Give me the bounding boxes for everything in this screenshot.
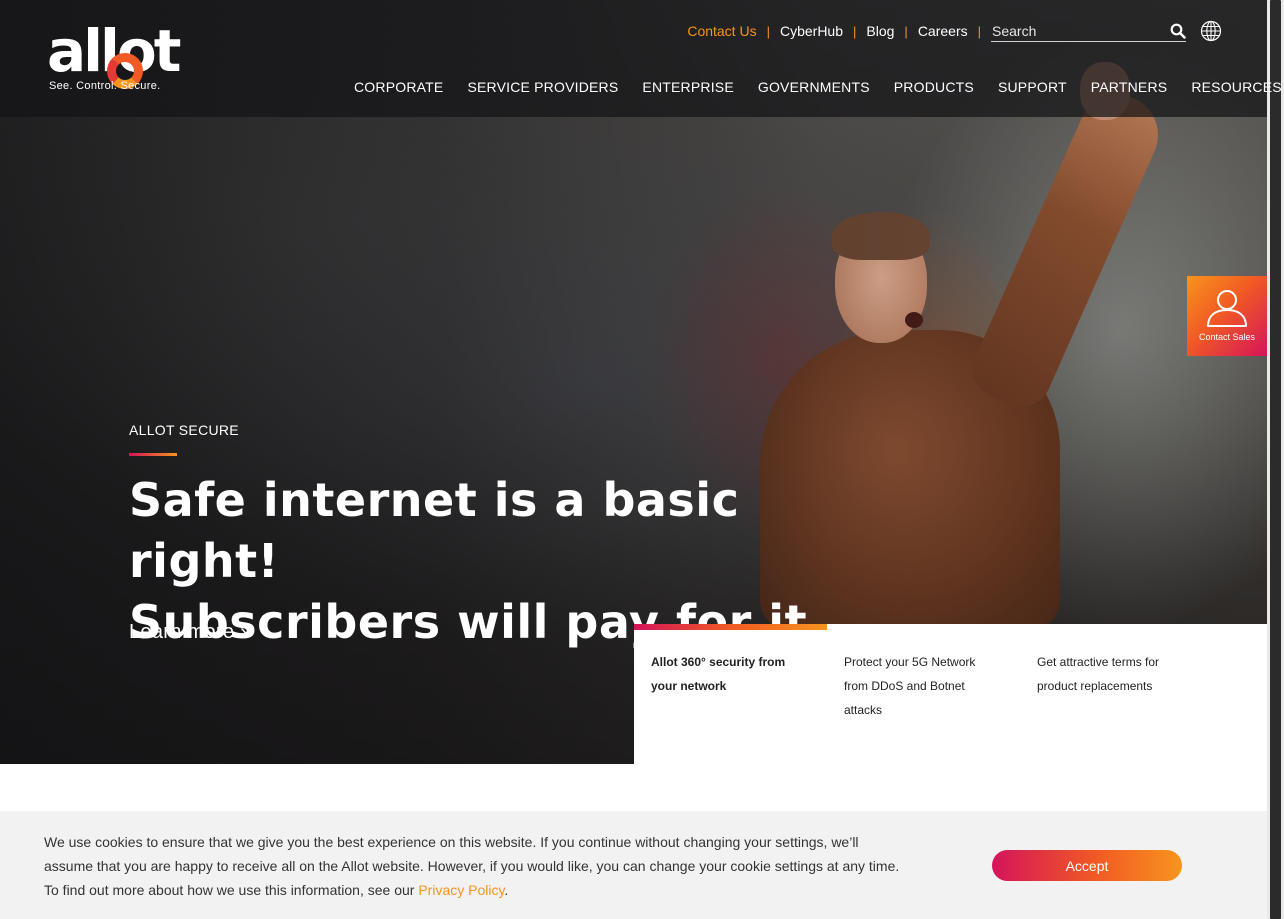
privacy-policy-link[interactable]: Privacy Policy bbox=[418, 882, 504, 898]
search-box bbox=[991, 20, 1186, 42]
user-icon bbox=[1207, 290, 1247, 327]
cookie-message: We use cookies to ensure that we give yo… bbox=[44, 830, 904, 902]
search-icon[interactable] bbox=[1170, 23, 1186, 39]
accept-cookies-button[interactable]: Accept bbox=[992, 850, 1182, 881]
nav-resources[interactable]: RESOURCES bbox=[1179, 79, 1284, 95]
learn-more-link[interactable]: Learn more » bbox=[129, 621, 252, 644]
headline-line-1: Safe internet is a basic right! bbox=[129, 473, 740, 588]
util-link-cyberhub[interactable]: CyberHub bbox=[780, 23, 843, 39]
util-link-blog[interactable]: Blog bbox=[866, 23, 894, 39]
feature-tab-360-security[interactable]: Allot 360° security from your network bbox=[651, 650, 801, 698]
nav-corporate[interactable]: CORPORATE bbox=[342, 79, 455, 95]
contact-sales-button[interactable]: Contact Sales bbox=[1187, 276, 1267, 356]
util-separator: | bbox=[853, 23, 857, 39]
scrollbar-thumb[interactable] bbox=[1270, 0, 1281, 919]
cookie-banner: We use cookies to ensure that we give yo… bbox=[0, 811, 1267, 919]
page-scrollbar[interactable] bbox=[1267, 0, 1284, 919]
nav-governments[interactable]: GOVERNMENTS bbox=[746, 79, 882, 95]
feature-tab-5g-ddos[interactable]: Protect your 5G Network from DDoS and Bo… bbox=[844, 650, 994, 722]
nav-partners[interactable]: PARTNERS bbox=[1079, 79, 1180, 95]
util-link-careers[interactable]: Careers bbox=[918, 23, 968, 39]
util-separator: | bbox=[766, 23, 770, 39]
utility-nav: Contact Us | CyberHub | Blog | Careers | bbox=[687, 19, 1222, 43]
feature-tab-product-replacements[interactable]: Get attractive terms for product replace… bbox=[1037, 650, 1177, 698]
eyebrow-underline bbox=[129, 453, 177, 456]
nav-enterprise[interactable]: ENTERPRISE bbox=[630, 79, 745, 95]
nav-service-providers[interactable]: SERVICE PROVIDERS bbox=[455, 79, 630, 95]
cookie-message-end: . bbox=[504, 882, 509, 898]
logo-tagline: See. Control. Secure. bbox=[49, 80, 161, 92]
hero-eyebrow: ALLOT SECURE bbox=[129, 422, 239, 438]
site-header: allot See. Control. Secure. Contact Us |… bbox=[0, 0, 1282, 117]
feature-tabs: Allot 360° security from your network Pr… bbox=[634, 624, 1267, 764]
contact-sales-label: Contact Sales bbox=[1198, 332, 1256, 342]
search-input[interactable] bbox=[991, 20, 1161, 41]
globe-icon[interactable] bbox=[1200, 20, 1222, 42]
util-separator: | bbox=[904, 23, 908, 39]
util-separator: | bbox=[977, 23, 981, 39]
nav-products[interactable]: PRODUCTS bbox=[882, 79, 986, 95]
feature-tab-active-indicator bbox=[634, 624, 827, 630]
nav-support[interactable]: SUPPORT bbox=[986, 79, 1079, 95]
allot-logo[interactable]: allot See. Control. Secure. bbox=[47, 22, 181, 96]
main-nav: CORPORATE SERVICE PROVIDERS ENTERPRISE G… bbox=[342, 79, 1284, 95]
util-link-contact-us[interactable]: Contact Us bbox=[687, 23, 756, 39]
